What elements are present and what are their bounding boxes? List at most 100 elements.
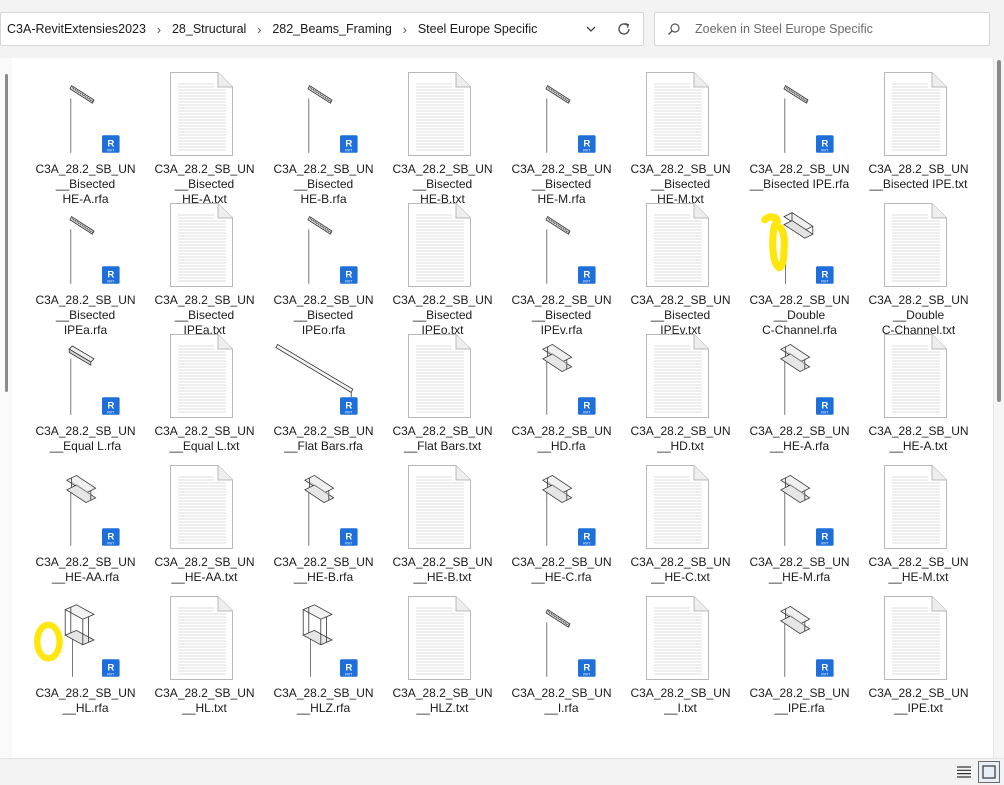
text-document-icon [170,334,233,418]
breadcrumb-item-structural[interactable]: 28_Structural [170,22,248,36]
file-view-scrollbar-thumb[interactable] [997,60,1001,402]
file-name-line: C3A_28.2_SB_UN [273,293,374,307]
file-item-rfa[interactable]: R RVT C3A_28.2_SB_UN __Bisected IPEa.rfa [26,199,145,337]
file-name-label: C3A_28.2_SB_UN __HLZ.rfa [264,686,383,716]
i-beam-icon: RRVT [780,605,834,677]
angle-icon: RRVT [68,345,120,415]
file-view[interactable]: R RVT C3A_28.2_SB_UN __Bisected HE-A.rfa C3A_… [0,58,1004,758]
revit-file-icon: RRVT [816,528,834,546]
revit-file-icon: RRVT [578,266,596,284]
file-item-txt[interactable]: C3A_28.2_SB_UN __HE-AA.txt [145,461,264,592]
text-document-icon [170,596,233,680]
nav-pane-scrollbar-thumb[interactable] [5,74,8,392]
file-name-line: C3A_28.2_SB_UN [35,555,136,569]
breadcrumb-separator-icon[interactable]: › [248,22,270,37]
chevron-down-icon[interactable] [583,21,599,37]
file-name-line: __I.rfa [544,701,579,715]
file-item-txt[interactable]: C3A_28.2_SB_UN __Bisected HE-A.txt [145,68,264,206]
details-view-icon[interactable] [955,764,973,780]
breadcrumb-separator-icon[interactable]: › [394,22,416,37]
svg-text:RVT: RVT [107,149,115,153]
file-item-txt[interactable]: C3A_28.2_SB_UN __Flat Bars.txt [383,330,502,461]
file-name-line: C3A_28.2_SB_UN [630,293,731,307]
file-item-rfa[interactable]: R RVT C3A_28.2_SB_UN __HD.rfa [502,330,621,461]
file-item-rfa[interactable]: R RVT C3A_28.2_SB_UN __Bisected HE-B.rfa [264,68,383,206]
file-item-rfa[interactable]: R RVT C3A_28.2_SB_UN __HE-M.rfa [740,461,859,592]
file-name-label: C3A_28.2_SB_UN __I.txt [621,686,740,716]
beam-hatched-icon: RRVT [69,85,120,153]
file-item-txt[interactable]: C3A_28.2_SB_UN __HLZ.txt [383,592,502,723]
file-item-rfa[interactable]: R RVT C3A_28.2_SB_UN __Bisected IPE.rfa [740,68,859,199]
address-bar[interactable]: C3A-RevitExtensies2023 › 28_Structural ›… [0,12,644,46]
file-item-txt[interactable]: C3A_28.2_SB_UN __HD.txt [621,330,740,461]
file-item-rfa[interactable]: R RVT C3A_28.2_SB_UN __Equal L.rfa [26,330,145,461]
breadcrumb-item-root[interactable]: C3A-RevitExtensies2023 [5,22,148,36]
search-box[interactable]: Zoeken in Steel Europe Specific [654,12,990,46]
file-item-rfa[interactable]: R RVT C3A_28.2_SB_UN __HE-B.rfa [264,461,383,592]
file-name-label: C3A_28.2_SB_UN __Flat Bars.rfa [264,424,383,454]
nav-pane-scrollbar[interactable] [0,58,12,758]
file-item-txt[interactable]: C3A_28.2_SB_UN __Double C-Channel.txt [859,199,978,337]
file-item-rfa[interactable]: R RVT C3A_28.2_SB_UN __Flat Bars.rfa [264,330,383,461]
file-grid: R RVT C3A_28.2_SB_UN __Bisected HE-A.rfa C3A_… [26,68,978,723]
svg-text:RVT: RVT [583,149,591,153]
file-name-label: C3A_28.2_SB_UN __I.rfa [502,686,621,716]
file-item-txt[interactable]: C3A_28.2_SB_UN __Bisected IPEv.txt [621,199,740,337]
svg-text:R: R [821,662,828,673]
file-name-line: C3A_28.2_SB_UN [273,162,374,176]
large-icons-view-icon[interactable] [978,761,1000,783]
file-item-txt[interactable]: C3A_28.2_SB_UN __Equal L.txt [145,330,264,461]
breadcrumb-item-current[interactable]: Steel Europe Specific [416,22,540,36]
svg-text:R: R [345,531,352,542]
file-name-line: C3A_28.2_SB_UN [630,686,731,700]
file-item-txt[interactable]: C3A_28.2_SB_UN __HL.txt [145,592,264,723]
search-input[interactable]: Zoeken in Steel Europe Specific [695,13,873,45]
breadcrumb-separator-icon[interactable]: › [148,22,170,37]
file-item-rfa[interactable]: R RVT C3A_28.2_SB_UN __I.rfa [502,592,621,723]
file-item-txt[interactable]: C3A_28.2_SB_UN __Bisected HE-B.txt [383,68,502,206]
file-item-rfa[interactable]: R RVT C3A_28.2_SB_UN __HL.rfa [26,592,145,723]
yellow-highlight-mark [761,213,788,272]
svg-text:RVT: RVT [107,280,115,284]
file-item-rfa[interactable]: R RVT C3A_28.2_SB_UN __Bisected IPEv.rfa [502,199,621,337]
file-item-rfa[interactable]: R RVT C3A_28.2_SB_UN __Bisected HE-M.rfa [502,68,621,206]
file-name-line: __Flat Bars.txt [403,439,482,453]
file-item-txt[interactable]: C3A_28.2_SB_UN __HE-A.txt [859,330,978,461]
svg-text:RVT: RVT [345,411,353,415]
file-view-scrollbar[interactable] [993,58,1004,758]
file-item-rfa[interactable]: R RVT C3A_28.2_SB_UN __IPE.rfa [740,592,859,723]
revit-file-icon: RRVT [102,528,120,546]
file-item-rfa[interactable]: R RVT C3A_28.2_SB_UN __Bisected IPEo.rfa [264,199,383,337]
beam-hatched-icon: RRVT [69,216,120,284]
file-name-label: C3A_28.2_SB_UN __HE-C.rfa [502,555,621,585]
file-name-line: __Equal L.txt [169,439,240,453]
file-item-txt[interactable]: C3A_28.2_SB_UN __HE-B.txt [383,461,502,592]
file-item-rfa[interactable]: R RVT C3A_28.2_SB_UN __HLZ.rfa [264,592,383,723]
breadcrumb-item-beams-framing[interactable]: 282_Beams_Framing [270,22,394,36]
file-item-txt[interactable]: C3A_28.2_SB_UN __HE-M.txt [859,461,978,592]
revit-file-icon: RRVT [340,135,358,153]
file-name-line: C3A_28.2_SB_UN [154,555,255,569]
file-item-rfa[interactable]: R RVT C3A_28.2_SB_UN __Bisected HE-A.rfa [26,68,145,206]
file-item-txt[interactable]: C3A_28.2_SB_UN __I.txt [621,592,740,723]
file-item-rfa[interactable]: R RVT C3A_28.2_SB_UN __HE-C.rfa [502,461,621,592]
file-name-line: C3A_28.2_SB_UN [868,162,969,176]
file-name-line: C3A_28.2_SB_UN [392,424,493,438]
file-item-txt[interactable]: C3A_28.2_SB_UN __Bisected IPEo.txt [383,199,502,337]
refresh-icon[interactable] [615,20,633,38]
breadcrumb: C3A-RevitExtensies2023 › 28_Structural ›… [5,13,539,45]
file-item-txt[interactable]: C3A_28.2_SB_UN __Bisected HE-M.txt [621,68,740,206]
svg-text:R: R [107,269,114,280]
file-name-line: C3A_28.2_SB_UN [749,555,850,569]
file-item-rfa[interactable]: R RVT C3A_28.2_SB_UN __HE-A.rfa [740,330,859,461]
svg-text:RVT: RVT [345,673,353,677]
file-name-line: C3A_28.2_SB_UN [868,293,969,307]
file-item-txt[interactable]: C3A_28.2_SB_UN __IPE.txt [859,592,978,723]
file-item-rfa[interactable]: R RVT C3A_28.2_SB_UN __HE-AA.rfa [26,461,145,592]
file-item-txt[interactable]: C3A_28.2_SB_UN __Bisected IPEa.txt [145,199,264,337]
file-item-txt[interactable]: C3A_28.2_SB_UN __Bisected IPE.txt [859,68,978,199]
file-item-txt[interactable]: C3A_28.2_SB_UN __HE-C.txt [621,461,740,592]
file-item-rfa[interactable]: R RVT C3A_28.2_SB_UN __Double C-Channel.rfa [740,199,859,337]
file-name-line: C3A_28.2_SB_UN [630,555,731,569]
file-name-line: C3A_28.2_SB_UN [868,424,969,438]
